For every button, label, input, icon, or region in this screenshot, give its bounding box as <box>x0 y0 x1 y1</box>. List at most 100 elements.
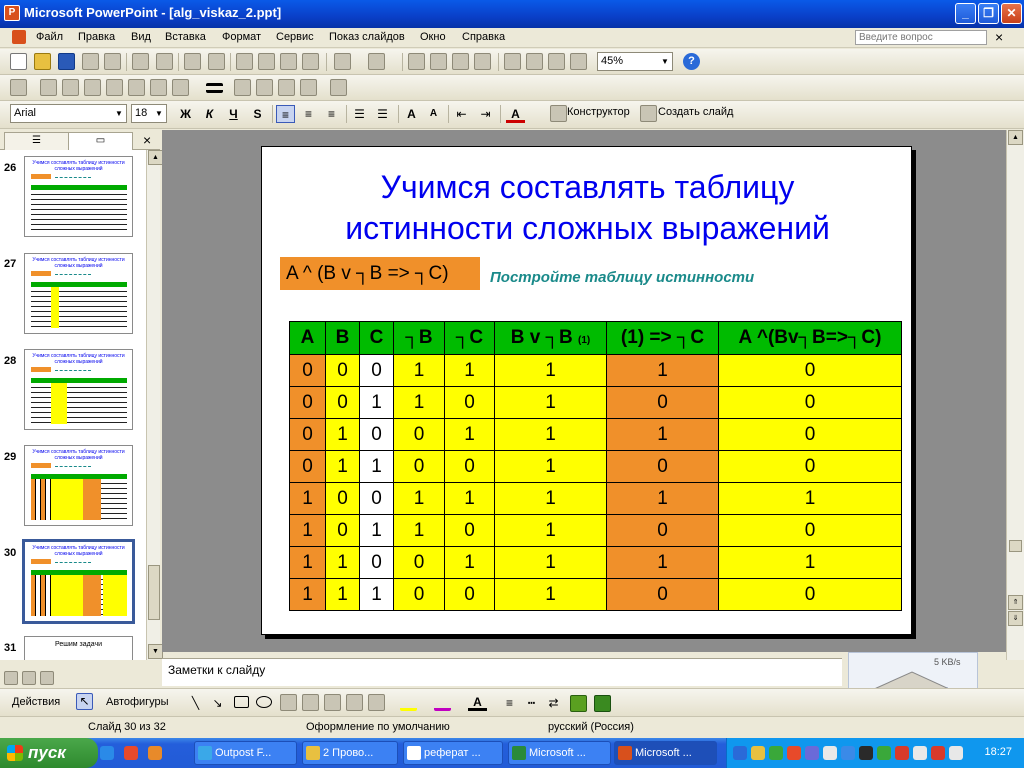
font-select[interactable]: Arial ▼ <box>10 104 127 123</box>
slide-sorter-icon[interactable] <box>22 671 36 685</box>
reset-picture-icon[interactable] <box>330 79 347 96</box>
instruction-text[interactable]: Постройте таблицу истинности <box>490 269 754 286</box>
menu-window[interactable]: Окно <box>420 31 446 43</box>
restore-button[interactable]: ❐ <box>978 3 999 24</box>
menu-file[interactable]: Файл <box>36 31 63 43</box>
task-powerpoint[interactable]: Microsoft ... <box>614 741 717 765</box>
tray-icon[interactable] <box>841 746 855 760</box>
line-color-icon[interactable] <box>434 694 451 711</box>
thumbnail-slide-30[interactable]: Учимся составлять таблицу истинности сло… <box>22 539 135 624</box>
rectangle-icon[interactable] <box>234 696 249 708</box>
tray-icon[interactable] <box>787 746 801 760</box>
textbox-icon[interactable] <box>280 694 297 711</box>
select-objects-icon[interactable]: ↖ <box>76 693 93 710</box>
bullets-icon[interactable]: ☰ <box>373 105 392 123</box>
tab-outline[interactable]: ☰ <box>4 132 69 150</box>
diagram-icon[interactable] <box>324 694 341 711</box>
research-icon[interactable] <box>208 53 225 70</box>
arrow-icon[interactable]: ↘ <box>208 694 227 712</box>
font-size-select[interactable]: 18 ▼ <box>131 104 167 123</box>
thumbnail-scrollbar[interactable]: ▲ ▼ <box>146 150 163 660</box>
cut-icon[interactable] <box>236 53 253 70</box>
arrow-style-icon[interactable]: ⇄ <box>544 694 563 712</box>
quicklaunch-icon[interactable] <box>124 746 138 760</box>
designer-button[interactable]: Конструктор <box>567 106 630 118</box>
menu-tools[interactable]: Сервис <box>276 31 314 43</box>
new-slide-button[interactable]: Создать слайд <box>658 106 733 118</box>
tray-icon[interactable] <box>895 746 909 760</box>
copy-icon[interactable] <box>258 53 275 70</box>
menu-slideshow[interactable]: Показ слайдов <box>329 31 405 43</box>
show-formatting-icon[interactable] <box>526 53 543 70</box>
scroll-thumb[interactable] <box>1009 540 1022 552</box>
tray-icon[interactable] <box>913 746 927 760</box>
actions-button[interactable]: Действия <box>12 696 60 708</box>
scroll-up-icon[interactable]: ▲ <box>148 150 163 165</box>
insert-picture-icon[interactable] <box>10 79 27 96</box>
paste-icon[interactable] <box>280 53 297 70</box>
fill-color-icon[interactable] <box>400 694 417 711</box>
menu-edit[interactable]: Правка <box>78 31 115 43</box>
tray-icon[interactable] <box>805 746 819 760</box>
tray-icon[interactable] <box>733 746 747 760</box>
menu-format[interactable]: Формат <box>222 31 261 43</box>
redo-icon[interactable] <box>368 53 385 70</box>
notes-pane[interactable]: Заметки к слайду <box>162 658 842 686</box>
quicklaunch-icon[interactable] <box>100 746 114 760</box>
chart-icon[interactable] <box>408 53 425 70</box>
decrease-font-icon[interactable]: A <box>424 105 443 123</box>
new-icon[interactable] <box>10 53 27 70</box>
permission-icon[interactable] <box>82 53 99 70</box>
thumbnail-slide-29[interactable]: Учимся составлять таблицу истинности сло… <box>24 445 133 526</box>
more-contrast-icon[interactable] <box>62 79 79 96</box>
print-icon[interactable] <box>132 53 149 70</box>
thumbnail-slide-31[interactable]: Решим задачи <box>24 636 133 660</box>
increase-font-icon[interactable]: A <box>402 105 421 123</box>
scroll-up-icon[interactable]: ▲ <box>1008 130 1023 145</box>
expand-icon[interactable] <box>504 53 521 70</box>
task-outpost[interactable]: Outpost F... <box>194 741 297 765</box>
tray-icon[interactable] <box>931 746 945 760</box>
grid-icon[interactable] <box>548 53 565 70</box>
align-right-icon[interactable]: ≡ <box>322 105 341 123</box>
canvas-scrollbar[interactable]: ▲ ⇑ ⇓ <box>1006 130 1024 660</box>
menu-help[interactable]: Справка <box>462 31 505 43</box>
increase-indent-icon[interactable]: ⇥ <box>476 105 495 123</box>
pane-close-button[interactable]: × <box>143 132 151 148</box>
line-style-icon[interactable] <box>206 83 223 93</box>
quicklaunch-icon[interactable] <box>148 746 162 760</box>
zoom-select[interactable]: 45% ▼ <box>597 52 673 71</box>
document-icon[interactable] <box>12 30 26 44</box>
task-excel[interactable]: Microsoft ... <box>508 741 611 765</box>
undo-icon[interactable] <box>334 53 351 70</box>
line-icon[interactable]: ╲ <box>186 694 205 712</box>
color-grayscale-icon[interactable] <box>570 53 587 70</box>
italic-button[interactable]: К <box>200 105 219 123</box>
align-center-icon[interactable]: ≡ <box>299 105 318 123</box>
table-icon[interactable] <box>430 53 447 70</box>
start-button[interactable]: пуск <box>0 738 98 768</box>
less-brightness-icon[interactable] <box>128 79 145 96</box>
compress-icon[interactable] <box>234 79 251 96</box>
decrease-indent-icon[interactable]: ⇤ <box>452 105 471 123</box>
doc-close-button[interactable]: × <box>995 29 1003 45</box>
save-icon[interactable] <box>58 53 75 70</box>
rotate-icon[interactable] <box>172 79 189 96</box>
truth-table[interactable]: A B C ┐B ┐C B v ┐B (1) (1) => ┐C A ^(Bv┐… <box>289 321 902 611</box>
ask-question-input[interactable]: Введите вопрос <box>855 30 987 45</box>
slideshow-view-icon[interactable] <box>40 671 54 685</box>
thumbnail-slide-28[interactable]: Учимся составлять таблицу истинности сло… <box>24 349 133 430</box>
shadow-style-icon[interactable] <box>570 695 587 712</box>
thumbnail-slide-27[interactable]: Учимся составлять таблицу истинности сло… <box>24 253 133 334</box>
insert-image-icon[interactable] <box>368 694 385 711</box>
wordart-icon[interactable] <box>302 694 319 711</box>
color-icon[interactable] <box>40 79 57 96</box>
align-left-icon[interactable]: ≡ <box>276 105 295 123</box>
font-color-icon[interactable]: A <box>468 693 487 711</box>
thumbnail-slide-26[interactable]: Учимся составлять таблицу истинности сло… <box>24 156 133 237</box>
slide-title[interactable]: Учимся составлять таблицу истинности сло… <box>262 167 913 249</box>
tab-slides[interactable]: ▭ <box>68 132 133 150</box>
scroll-down-icon[interactable]: ▼ <box>148 644 163 659</box>
previous-slide-icon[interactable]: ⇑ <box>1008 595 1023 610</box>
flag-icon[interactable] <box>949 746 963 760</box>
